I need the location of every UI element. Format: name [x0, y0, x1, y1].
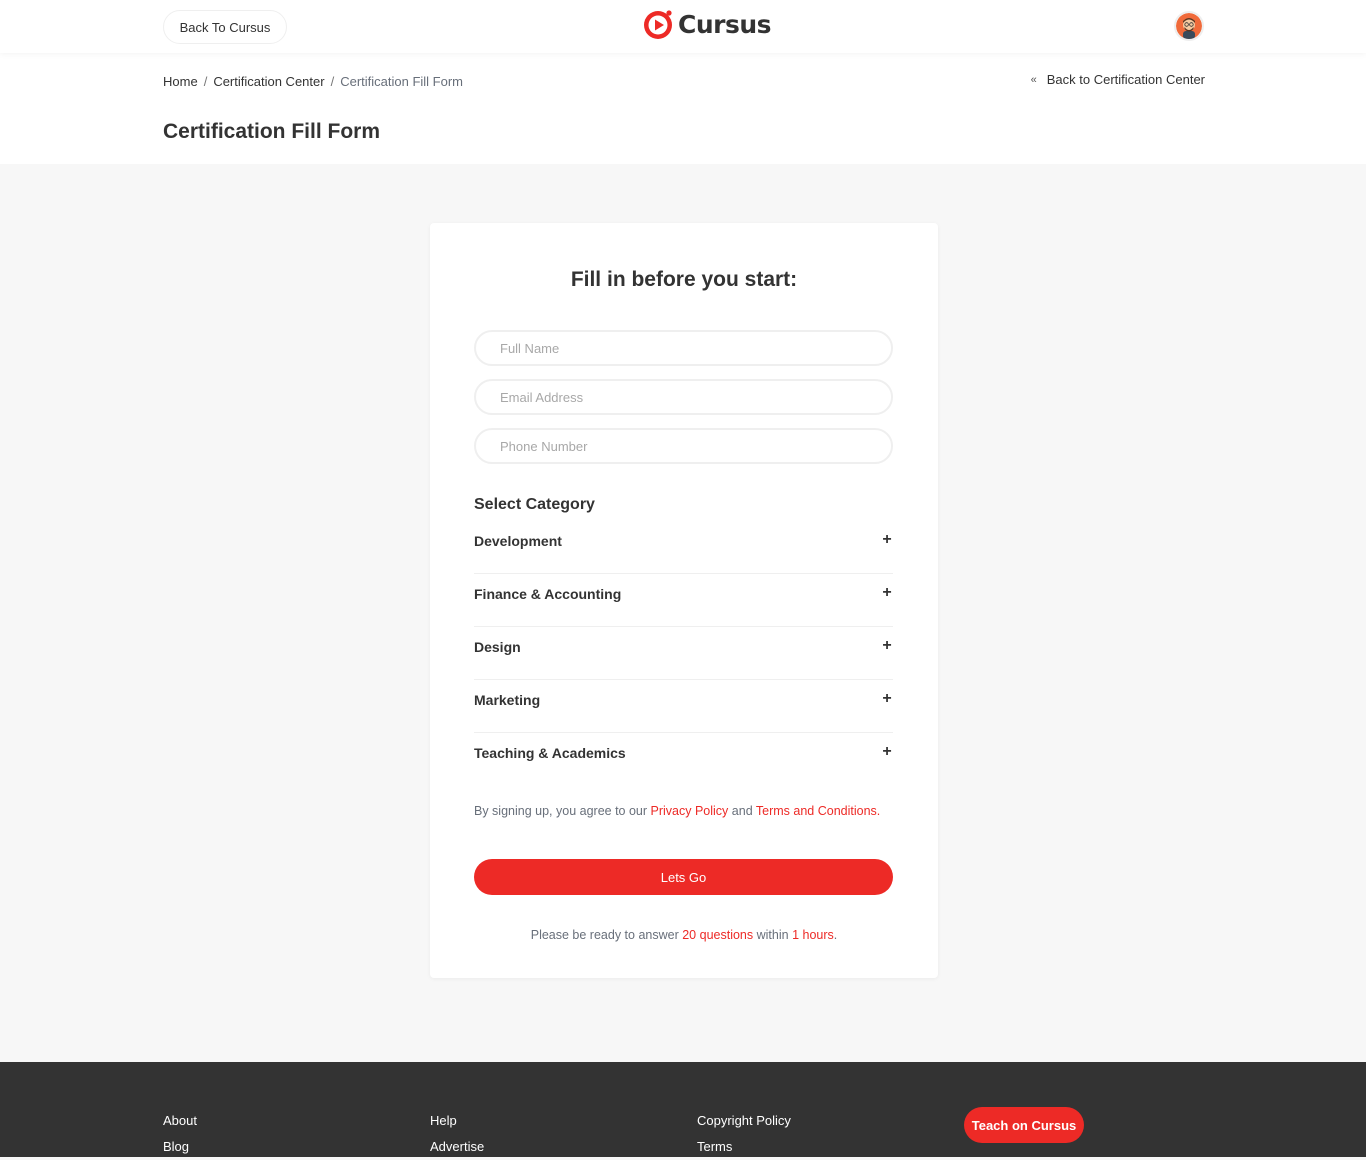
- footer-link-blog[interactable]: Blog: [163, 1134, 197, 1160]
- breadcrumb-certification-center[interactable]: Certification Center: [213, 74, 324, 89]
- phone-number-input[interactable]: [474, 428, 893, 464]
- back-to-certification-center-link[interactable]: « Back to Certification Center: [1031, 72, 1205, 87]
- select-category-label: Select Category: [474, 496, 595, 513]
- avatar-icon: [1176, 13, 1202, 39]
- user-avatar[interactable]: [1174, 11, 1204, 41]
- ready-suffix: .: [833, 928, 838, 942]
- breadcrumb: Home / Certification Center / Certificat…: [163, 74, 463, 89]
- back-link-label: Back to Certification Center: [1046, 72, 1205, 87]
- breadcrumb-current: Certification Fill Form: [340, 74, 464, 89]
- footer-column-2: Help Advertise: [430, 1108, 484, 1160]
- time-limit: 1 hours: [792, 928, 834, 942]
- logo-text: Cursus: [678, 9, 772, 39]
- page-header: Home / Certification Center / Certificat…: [0, 53, 1366, 164]
- footer-link-help[interactable]: Help: [430, 1108, 484, 1134]
- top-navbar: Back To Cursus Cursus: [0, 0, 1366, 53]
- email-address-input[interactable]: [474, 379, 893, 415]
- plus-icon[interactable]: +: [881, 637, 893, 655]
- breadcrumb-separator: /: [330, 74, 335, 89]
- exam-info-text: Please be ready to answer 20 questions w…: [430, 928, 938, 942]
- footer-link-copyright-policy[interactable]: Copyright Policy: [697, 1108, 791, 1134]
- play-logo-icon: [642, 8, 674, 40]
- category-name: Finance & Accounting: [474, 586, 622, 602]
- footer: About Blog Help Advertise Copyright Poli…: [0, 1062, 1366, 1157]
- ready-within: within: [756, 928, 789, 942]
- category-teaching-academics[interactable]: Teaching & Academics +: [474, 733, 893, 786]
- category-development[interactable]: Development +: [474, 521, 893, 574]
- full-name-input[interactable]: [474, 330, 893, 366]
- privacy-policy-link[interactable]: Privacy Policy: [651, 804, 729, 818]
- double-chevron-left-icon: «: [1030, 73, 1037, 86]
- plus-icon[interactable]: +: [881, 690, 893, 708]
- agree-and: and: [731, 804, 753, 818]
- footer-column-1: About Blog: [163, 1108, 197, 1160]
- certification-form-card: Fill in before you start: Select Categor…: [430, 223, 938, 978]
- footer-link-about[interactable]: About: [163, 1108, 197, 1134]
- breadcrumb-home[interactable]: Home: [163, 74, 198, 89]
- ready-prefix: Please be ready to answer: [530, 928, 679, 942]
- plus-icon[interactable]: +: [881, 584, 893, 602]
- teach-on-cursus-button[interactable]: Teach on Cursus: [964, 1107, 1084, 1143]
- plus-icon[interactable]: +: [881, 531, 893, 549]
- category-name: Development: [474, 533, 562, 549]
- terms-agreement-text: By signing up, you agree to our Privacy …: [474, 804, 880, 818]
- footer-link-terms[interactable]: Terms: [697, 1134, 791, 1160]
- cursus-logo[interactable]: Cursus: [642, 8, 772, 40]
- breadcrumb-separator: /: [203, 74, 208, 89]
- category-finance-accounting[interactable]: Finance & Accounting +: [474, 574, 893, 627]
- back-to-cursus-button[interactable]: Back To Cursus: [163, 10, 287, 44]
- footer-column-3: Copyright Policy Terms: [697, 1108, 791, 1160]
- category-name: Teaching & Academics: [474, 745, 626, 761]
- terms-and-conditions-link[interactable]: Terms and Conditions.: [756, 804, 880, 818]
- footer-link-advertise[interactable]: Advertise: [430, 1134, 484, 1160]
- lets-go-button[interactable]: Lets Go: [474, 859, 893, 895]
- agree-prefix: By signing up, you agree to our: [474, 804, 648, 818]
- category-design[interactable]: Design +: [474, 627, 893, 680]
- plus-icon[interactable]: +: [881, 743, 893, 761]
- question-count: 20 questions: [682, 928, 754, 942]
- page-title: Certification Fill Form: [163, 120, 381, 143]
- category-name: Marketing: [474, 692, 541, 708]
- category-marketing[interactable]: Marketing +: [474, 680, 893, 733]
- form-title: Fill in before you start:: [570, 268, 798, 291]
- category-name: Design: [474, 639, 521, 655]
